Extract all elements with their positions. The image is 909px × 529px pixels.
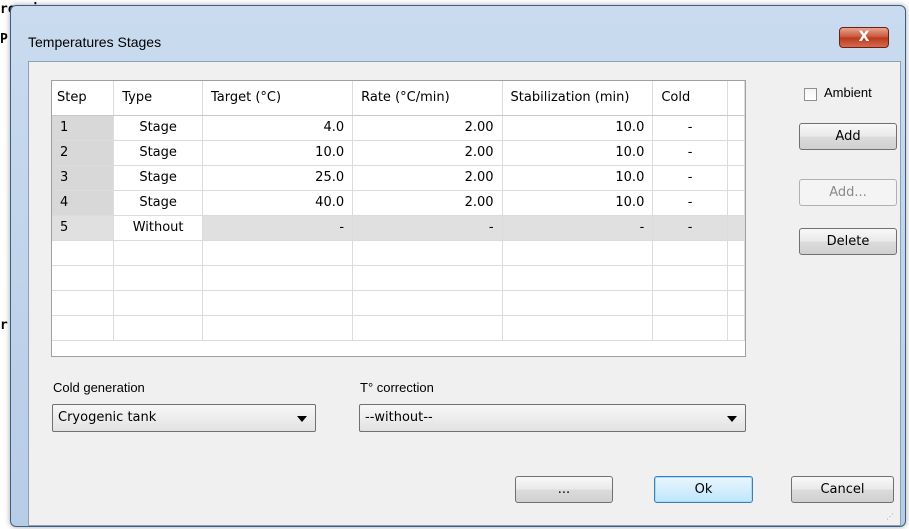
t-correction-select[interactable]: --without-- xyxy=(359,404,746,432)
cell-filler xyxy=(727,115,745,141)
cell-cold[interactable]: - xyxy=(652,215,728,241)
cold-generation-value: Cryogenic tank xyxy=(58,410,157,425)
cold-generation-select[interactable]: Cryogenic tank xyxy=(52,404,316,432)
cell-target[interactable]: 4.0 xyxy=(202,115,354,141)
dialog-client-area: Step Type Target (°C) Rate (°C/min) Stab… xyxy=(28,61,901,526)
more-button[interactable]: ... xyxy=(515,476,613,503)
table-row[interactable]: 4 Stage 40.0 2.00 10.0 - xyxy=(52,190,745,216)
ambient-label[interactable]: Ambient xyxy=(824,85,872,100)
column-header-stabilization[interactable]: Stabilization (min) xyxy=(502,81,654,116)
cell-step[interactable]: 4 xyxy=(52,190,115,216)
empty-row xyxy=(52,265,745,291)
resize-grip-icon[interactable]: ⋰ xyxy=(886,512,896,522)
ok-button[interactable]: Ok xyxy=(654,476,753,503)
cell-step[interactable]: 3 xyxy=(52,165,115,191)
cell-cold[interactable]: - xyxy=(652,165,728,191)
ambient-checkbox[interactable] xyxy=(804,88,817,101)
add-more-button[interactable]: Add... xyxy=(799,179,897,206)
cell-target[interactable]: 10.0 xyxy=(202,140,354,166)
empty-row xyxy=(52,290,745,316)
cell-type[interactable]: Without xyxy=(113,215,203,241)
column-header-rate[interactable]: Rate (°C/min) xyxy=(352,81,503,116)
cell-stabilization[interactable]: - xyxy=(502,215,654,241)
cell-target[interactable]: - xyxy=(202,215,354,241)
chevron-down-icon xyxy=(727,416,737,422)
chevron-down-icon xyxy=(297,416,307,422)
column-header-target[interactable]: Target (°C) xyxy=(202,81,354,116)
cell-rate[interactable]: 2.00 xyxy=(352,165,503,191)
cell-target[interactable]: 25.0 xyxy=(202,165,354,191)
background-text-line3: r xyxy=(0,318,8,333)
cell-rate[interactable]: 2.00 xyxy=(352,140,503,166)
t-correction-value: --without-- xyxy=(365,410,433,425)
cell-type[interactable]: Stage xyxy=(113,115,203,141)
cold-generation-label: Cold generation xyxy=(53,380,145,395)
close-icon: X xyxy=(858,29,870,45)
cell-step[interactable]: 2 xyxy=(52,140,115,166)
cell-filler xyxy=(727,165,745,191)
cell-type[interactable]: Stage xyxy=(113,140,203,166)
cell-stabilization[interactable]: 10.0 xyxy=(502,165,654,191)
cell-rate[interactable]: 2.00 xyxy=(352,115,503,141)
background-text-line2: P xyxy=(0,32,8,47)
table-row[interactable]: 5 Without - - - - xyxy=(52,215,745,241)
cell-stabilization[interactable]: 10.0 xyxy=(502,140,654,166)
cell-filler xyxy=(727,190,745,216)
temperatures-stages-dialog: Temperatures Stages X Step Type Target (… xyxy=(10,5,906,527)
stages-table[interactable]: Step Type Target (°C) Rate (°C/min) Stab… xyxy=(51,80,746,357)
column-header-filler xyxy=(727,81,745,116)
cell-filler xyxy=(727,215,745,241)
cell-cold[interactable]: - xyxy=(652,115,728,141)
cell-stabilization[interactable]: 10.0 xyxy=(502,190,654,216)
table-header-row: Step Type Target (°C) Rate (°C/min) Stab… xyxy=(52,81,745,116)
cell-type[interactable]: Stage xyxy=(113,165,203,191)
cell-type[interactable]: Stage xyxy=(113,190,203,216)
table-row[interactable]: 3 Stage 25.0 2.00 10.0 - xyxy=(52,165,745,191)
cell-rate[interactable]: - xyxy=(352,215,503,241)
cell-step[interactable]: 5 xyxy=(52,215,115,241)
cancel-button[interactable]: Cancel xyxy=(791,476,894,503)
t-correction-label: T° correction xyxy=(360,380,434,395)
delete-button[interactable]: Delete xyxy=(799,228,897,255)
cell-cold[interactable]: - xyxy=(652,190,728,216)
table-row[interactable]: 1 Stage 4.0 2.00 10.0 - xyxy=(52,115,745,141)
column-header-cold[interactable]: Cold xyxy=(652,81,728,116)
column-header-type[interactable]: Type xyxy=(113,81,203,116)
table-row[interactable]: 2 Stage 10.0 2.00 10.0 - xyxy=(52,140,745,166)
stages-grid: Step Type Target (°C) Rate (°C/min) Stab… xyxy=(52,81,745,341)
cell-step[interactable]: 1 xyxy=(52,115,115,141)
window-title: Temperatures Stages xyxy=(28,34,162,50)
cell-rate[interactable]: 2.00 xyxy=(352,190,503,216)
close-button[interactable]: X xyxy=(839,27,889,48)
cell-filler xyxy=(727,140,745,166)
cell-cold[interactable]: - xyxy=(652,140,728,166)
empty-row xyxy=(52,315,745,341)
column-header-step[interactable]: Step xyxy=(52,81,115,116)
cell-stabilization[interactable]: 10.0 xyxy=(502,115,654,141)
empty-row xyxy=(52,240,745,266)
cell-target[interactable]: 40.0 xyxy=(202,190,354,216)
add-button[interactable]: Add xyxy=(799,123,897,150)
